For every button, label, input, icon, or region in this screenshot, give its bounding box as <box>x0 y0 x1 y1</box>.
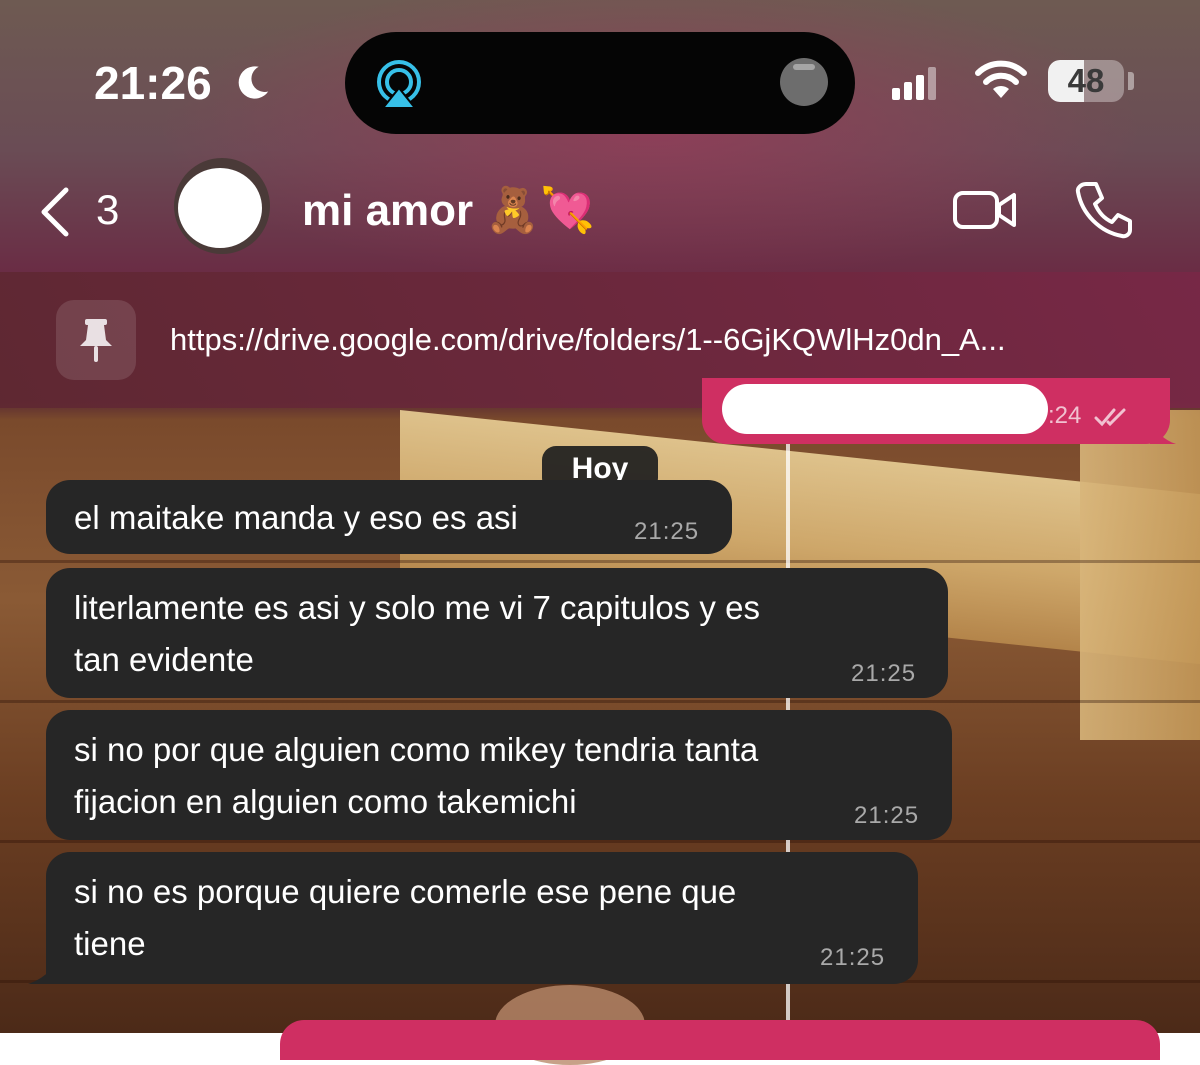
video-call-icon[interactable] <box>952 186 1018 234</box>
message-text: el maitake manda y eso es asi <box>74 499 518 536</box>
message-time: 21:25 <box>851 660 917 687</box>
pinned-message-text[interactable]: https://drive.google.com/drive/folders/1… <box>170 322 1006 358</box>
wallpaper-stripe <box>0 840 1200 843</box>
message-time: 21:25 <box>854 802 920 829</box>
message-text: si no por que alguien como mikey tendria… <box>74 731 759 768</box>
signal-icon <box>892 67 936 100</box>
phone-call-icon[interactable] <box>1074 180 1134 240</box>
wallpaper-stripe <box>0 700 1200 703</box>
read-checkmarks-icon <box>1094 408 1126 427</box>
status-time: 21:26 <box>94 57 212 109</box>
message-time: 21:25 <box>820 944 886 971</box>
redacted-message-text <box>722 384 1048 434</box>
moon-icon <box>238 66 269 99</box>
now-playing-icon <box>780 58 828 106</box>
outgoing-bubble-tail <box>1150 420 1176 444</box>
battery-level: 48 <box>1067 62 1105 99</box>
incoming-message-bubble[interactable]: si no es porque quiere comerle ese pene … <box>46 852 918 984</box>
incoming-message-bubble[interactable]: el maitake manda y eso es asi 21:25 <box>46 480 732 554</box>
outgoing-message-bubble-partial[interactable] <box>280 1020 1160 1060</box>
message-text: literlamente es asi y solo me vi 7 capit… <box>74 589 760 626</box>
message-text: tan evidente <box>74 641 254 678</box>
contact-name[interactable]: mi amor 🧸💘 <box>302 184 595 236</box>
outgoing-message-time: :24 <box>1048 402 1082 429</box>
message-text: tiene <box>74 925 146 962</box>
wifi-icon <box>975 60 1027 98</box>
message-text: si no es porque quiere comerle ese pene … <box>74 873 737 910</box>
battery-icon: 48 <box>1048 60 1124 102</box>
back-unread-count[interactable]: 3 <box>96 186 119 234</box>
wallpaper-wall-panel <box>1080 410 1200 740</box>
airplay-icon <box>377 60 421 109</box>
wallpaper-stripe <box>0 560 1200 563</box>
incoming-bubble-tail <box>28 958 58 984</box>
incoming-message-bubble[interactable]: si no por que alguien como mikey tendria… <box>46 710 952 840</box>
incoming-message-bubble[interactable]: literlamente es asi y solo me vi 7 capit… <box>46 568 948 698</box>
back-chevron-icon[interactable] <box>36 186 72 238</box>
battery-tip <box>1128 72 1134 90</box>
message-text: fijacion en alguien como takemichi <box>74 783 577 820</box>
pin-icon <box>80 319 112 362</box>
avatar[interactable] <box>174 158 270 254</box>
message-time: 21:25 <box>634 518 700 545</box>
